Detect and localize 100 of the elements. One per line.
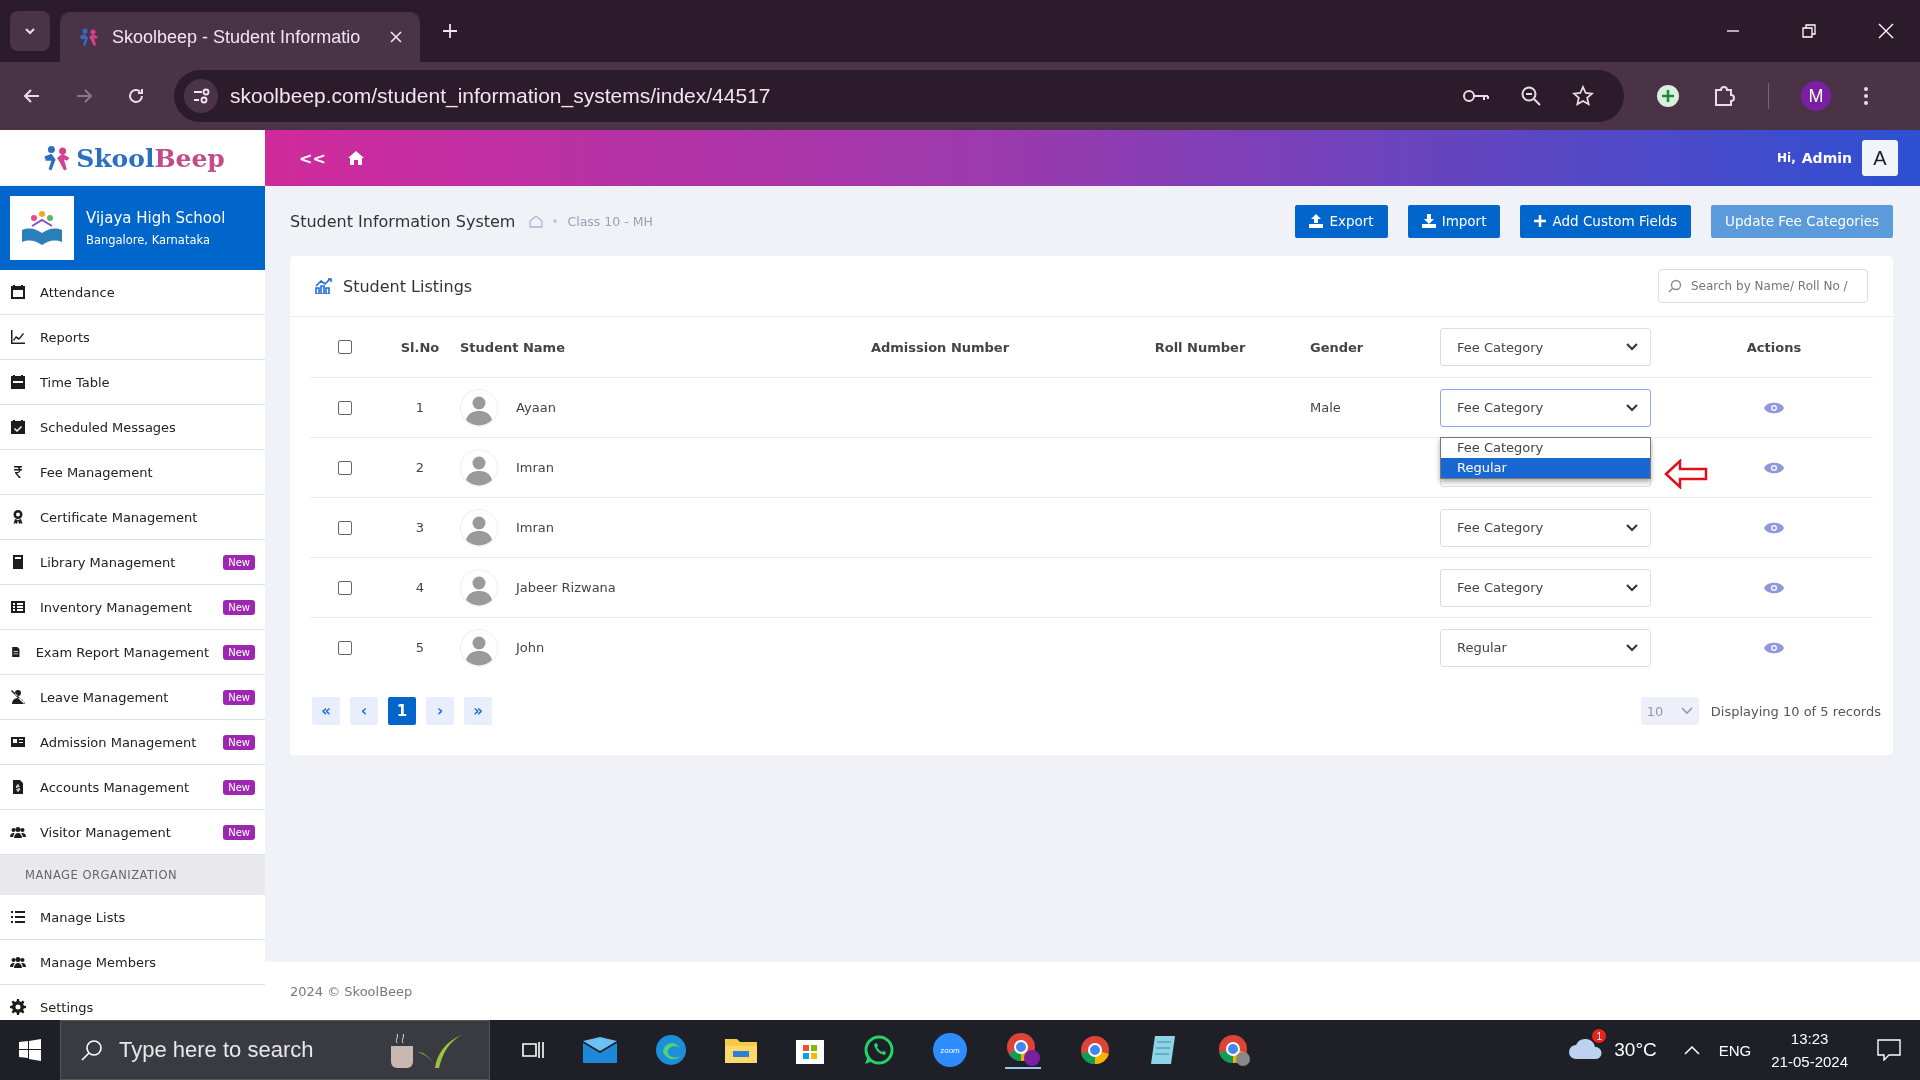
browser-tab[interactable]: Skoolbeep - Student Informatio <box>60 12 420 62</box>
fee-category-select[interactable]: Fee Category <box>1440 568 1651 607</box>
select-all-checkbox[interactable] <box>338 340 352 354</box>
profile-avatar[interactable]: M <box>1801 81 1831 111</box>
add-custom-fields-button[interactable]: Add Custom Fields <box>1520 204 1692 238</box>
temperature-text[interactable]: 30°C <box>1614 1039 1657 1061</box>
notification-badge: 1 <box>1592 1029 1607 1043</box>
taskbar-search-box[interactable]: Type here to search <box>60 1020 490 1080</box>
address-bar[interactable]: skoolbeep.com/student_information_systems/index/44517 <box>174 70 1624 122</box>
browser-icon[interactable] <box>1005 1031 1041 1069</box>
pagination-button[interactable]: « <box>312 697 340 725</box>
sidebar-item[interactable]: Time Table <box>0 360 265 405</box>
key-icon[interactable] <box>1462 88 1490 104</box>
copyright-text: 2024 © SkoolBeep <box>290 983 413 999</box>
row-checkbox[interactable] <box>338 580 352 595</box>
row-checkbox[interactable] <box>338 460 352 475</box>
avatar-icon <box>460 628 498 667</box>
serial-number: 2 <box>415 460 425 475</box>
fee-category-select[interactable]: Fee Category <box>1440 508 1651 547</box>
sidebar-item[interactable]: Scheduled Messages <box>0 405 265 450</box>
clock-date[interactable]: 21-05-2024 <box>1771 1053 1848 1070</box>
user-avatar[interactable]: A <box>1862 140 1898 176</box>
row-checkbox[interactable] <box>338 400 352 415</box>
user-name[interactable]: Admin <box>1801 150 1852 166</box>
chevron-down-icon <box>1626 523 1638 532</box>
fee-category-filter-select[interactable]: Fee Category <box>1440 328 1651 366</box>
dropdown-option[interactable]: Fee Category <box>1441 437 1650 458</box>
star-icon[interactable] <box>1572 85 1594 107</box>
chevron-down-icon <box>1626 403 1638 412</box>
clock-time[interactable]: 13:23 <box>1790 1030 1829 1047</box>
chat-phone-icon[interactable] <box>863 1034 895 1066</box>
gender-text: Male <box>1310 400 1341 415</box>
people-icon <box>10 824 26 840</box>
browser-icon[interactable] <box>1217 1033 1251 1067</box>
row-checkbox[interactable] <box>338 520 352 535</box>
sidebar-item[interactable]: Inventory Management New <box>0 585 265 630</box>
browser-icon[interactable] <box>1079 1034 1111 1066</box>
document-icon <box>10 779 26 795</box>
eye-icon[interactable] <box>1764 521 1784 534</box>
sidebar-item[interactable]: Leave Management New <box>0 675 265 720</box>
windows-logo-icon[interactable] <box>19 1039 41 1061</box>
folder-icon[interactable] <box>725 1037 757 1063</box>
eye-icon[interactable] <box>1764 461 1784 474</box>
sidebar-item[interactable]: Accounts Management New <box>0 765 265 810</box>
people-icon <box>10 954 26 970</box>
language-indicator[interactable]: ENG <box>1718 1041 1752 1059</box>
sidebar-item[interactable]: Library Management New <box>0 540 265 585</box>
plus-circle-icon[interactable] <box>1656 84 1680 108</box>
puzzle-piece-icon[interactable] <box>1712 84 1736 108</box>
open-book-logo-icon <box>10 196 74 260</box>
task-view-icon[interactable] <box>521 1039 545 1061</box>
notification-icon[interactable] <box>1877 1039 1901 1061</box>
student-name: Jabeer Rizwana <box>516 580 616 595</box>
restore-icon[interactable] <box>1802 24 1816 38</box>
tab-title: Skoolbeep - Student Informatio <box>112 26 362 48</box>
pagination-button[interactable]: 1 <box>388 697 416 725</box>
school-name: Vijaya High School <box>86 209 226 227</box>
fee-category-select[interactable]: Regular <box>1440 628 1651 667</box>
sidebar-item[interactable]: Admission Management New <box>0 720 265 765</box>
card-title: Student Listings <box>343 276 473 296</box>
browser-icon[interactable] <box>655 1034 687 1066</box>
avatar-icon <box>460 568 498 607</box>
settings-icon <box>10 999 26 1015</box>
list-box-icon <box>10 599 26 615</box>
mail-icon[interactable] <box>583 1037 617 1063</box>
site-settings-icon[interactable] <box>184 79 218 113</box>
row-checkbox[interactable] <box>338 640 352 655</box>
records-summary: Displaying 10 of 5 records <box>1710 703 1881 719</box>
close-icon[interactable] <box>390 31 402 43</box>
more-icon[interactable] <box>1863 86 1869 106</box>
pagination-button[interactable]: ‹ <box>350 697 378 725</box>
eye-icon[interactable] <box>1764 401 1784 414</box>
column-header: Gender <box>1310 339 1364 355</box>
dropdown-option[interactable]: Regular <box>1441 457 1650 478</box>
school-card[interactable]: Vijaya High School Bangalore, Karnataka <box>0 186 265 270</box>
eye-icon[interactable] <box>1764 641 1784 654</box>
chevron-down-icon <box>1626 343 1638 351</box>
pagination-button[interactable]: › <box>426 697 454 725</box>
export-button[interactable]: Export <box>1295 204 1388 238</box>
fee-category-select[interactable]: Fee Category <box>1440 388 1651 427</box>
collapse-sidebar-button[interactable]: << <box>299 148 326 168</box>
plus-icon <box>1534 215 1547 227</box>
taskbar-search-field[interactable]: Type here to search <box>117 1036 371 1064</box>
student-name: Imran <box>516 460 555 475</box>
chevron-down-icon <box>1626 583 1638 592</box>
new-badge: New <box>223 644 255 660</box>
new-badge: New <box>223 779 255 795</box>
column-header: Sl.No <box>400 339 440 355</box>
serial-number: 5 <box>415 640 425 655</box>
eye-icon[interactable] <box>1764 581 1784 594</box>
import-button[interactable]: Import <box>1407 204 1501 238</box>
zoom-out-icon[interactable] <box>1520 85 1542 107</box>
calendar-icon <box>10 374 26 390</box>
chevron-up-icon[interactable] <box>1683 1045 1700 1055</box>
new-tab-icon[interactable] <box>442 23 458 39</box>
sidebar-item[interactable]: Exam Report Management New <box>0 630 265 675</box>
reload-icon[interactable] <box>126 86 146 106</box>
home-icon[interactable] <box>347 151 364 165</box>
pagination-button[interactable]: » <box>464 697 492 725</box>
search-field[interactable]: Search by Name/ Roll No / <box>1658 269 1868 303</box>
